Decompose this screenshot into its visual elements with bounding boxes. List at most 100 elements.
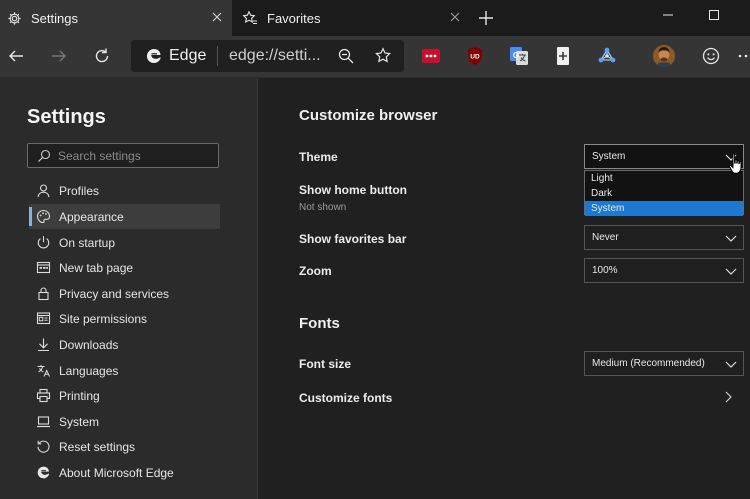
close-tab-icon[interactable]	[448, 10, 462, 24]
sidebar-item-printing[interactable]: Printing	[29, 383, 220, 408]
search-icon	[37, 149, 51, 163]
profile-icon	[36, 183, 51, 198]
lastpass-extension-button[interactable]	[420, 45, 442, 67]
printer-icon	[36, 388, 51, 403]
sidebar-item-site-permissions[interactable]: Site permissions	[29, 306, 220, 331]
chevron-down-icon	[725, 361, 737, 368]
svg-text:G: G	[513, 51, 519, 60]
sidebar-item-languages[interactable]: Languages	[29, 358, 220, 383]
document-plus-icon	[557, 47, 569, 65]
lastpass-icon	[422, 49, 440, 63]
plus-icon	[479, 11, 493, 25]
new-tab-button[interactable]	[474, 6, 498, 30]
tab-strip: Settings Favorites	[0, 0, 750, 36]
sidebar-item-label: New tab page	[59, 261, 134, 275]
zoom-label: Zoom	[299, 264, 332, 278]
forward-arrow-icon	[52, 50, 66, 62]
add-favorite-star-icon[interactable]	[374, 47, 392, 65]
close-tab-icon[interactable]	[210, 10, 224, 24]
sidebar-item-downloads[interactable]: Downloads	[29, 332, 220, 357]
font-size-select[interactable]: Medium (Recommended)	[584, 351, 744, 376]
more-icon	[738, 54, 748, 58]
sidebar-item-about-edge[interactable]: About Microsoft Edge	[29, 460, 220, 485]
sidebar-item-new-tab-page[interactable]: New tab page	[29, 255, 220, 280]
tab-settings[interactable]: Settings	[0, 0, 232, 36]
favorites-star-icon	[242, 10, 258, 26]
theme-selected-value: System	[592, 151, 626, 162]
sidebar-item-profiles[interactable]: Profiles	[29, 178, 220, 203]
section-title-fonts: Fonts	[299, 315, 340, 332]
page-extension-button[interactable]	[552, 45, 574, 67]
languages-icon	[36, 363, 51, 378]
settings-more-button[interactable]	[736, 45, 750, 67]
font-size-label: Font size	[299, 357, 352, 371]
sidebar-item-label: Reset settings	[59, 440, 136, 454]
theme-option-light[interactable]: Light	[585, 171, 743, 186]
tab-title: Settings	[31, 10, 78, 26]
section-title-customize-browser: Customize browser	[299, 107, 438, 124]
url-text[interactable]: edge://setti...	[229, 47, 321, 65]
sidebar-item-system[interactable]: System	[29, 409, 220, 434]
search-settings-box[interactable]	[27, 143, 219, 168]
theme-label: Theme	[299, 150, 338, 164]
back-arrow-icon	[9, 50, 23, 62]
ublock-extension-button[interactable]: UD	[464, 45, 486, 67]
tab-favorites[interactable]: Favorites	[236, 0, 470, 36]
share-extension-button[interactable]	[596, 45, 618, 67]
home-button-label: Show home button	[299, 183, 407, 197]
option-label: Dark	[591, 188, 613, 199]
refresh-icon	[95, 48, 109, 63]
address-divider	[217, 46, 218, 66]
theme-option-dark[interactable]: Dark	[585, 186, 743, 201]
reset-icon	[36, 439, 51, 454]
sidebar-item-label: Profiles	[59, 184, 100, 198]
edge-logo-icon	[145, 47, 163, 65]
translate-icon: G	[510, 47, 528, 65]
sidebar-item-label: Printing	[59, 389, 100, 403]
theme-dropdown-list: Light Dark System	[584, 170, 744, 216]
sidebar-item-label: System	[59, 415, 100, 429]
settings-sidebar: Settings Profiles Appearance On startup …	[0, 78, 258, 499]
customize-fonts-link[interactable]: Customize fonts	[299, 391, 392, 405]
sidebar-item-privacy[interactable]: Privacy and services	[29, 281, 220, 306]
profile-avatar-button[interactable]	[653, 45, 675, 67]
favorites-bar-select[interactable]: Never	[584, 225, 744, 250]
sidebar-item-label: Downloads	[59, 338, 119, 352]
back-button[interactable]	[2, 42, 30, 70]
avatar	[653, 45, 675, 67]
svg-text:UD: UD	[470, 54, 480, 61]
tab-title: Favorites	[267, 10, 321, 26]
translate-extension-button[interactable]: G	[508, 45, 530, 67]
maximize-button[interactable]	[691, 0, 737, 30]
sidebar-title: Settings	[27, 106, 106, 128]
sidebar-item-on-startup[interactable]: On startup	[29, 230, 220, 255]
sidebar-item-label: Privacy and services	[59, 287, 170, 301]
minimize-icon	[663, 14, 673, 16]
zoom-out-icon[interactable]	[337, 47, 355, 65]
search-input[interactable]	[58, 147, 213, 165]
settings-main-panel: Customize browser Theme System Light Dar…	[259, 78, 750, 499]
theme-option-system[interactable]: System	[585, 201, 743, 216]
palette-icon	[36, 209, 51, 224]
sidebar-item-appearance[interactable]: Appearance	[29, 204, 220, 229]
download-icon	[36, 337, 51, 352]
zoom-select[interactable]: 100%	[584, 258, 744, 283]
forward-button[interactable]	[45, 42, 73, 70]
gear-icon	[6, 10, 22, 26]
sidebar-item-reset-settings[interactable]: Reset settings	[29, 434, 220, 459]
new-tab-page-icon	[36, 260, 51, 275]
lock-icon	[36, 286, 51, 301]
theme-select[interactable]: System	[584, 144, 744, 169]
sidebar-item-label: Site permissions	[59, 312, 148, 326]
site-identity-label: Edge	[169, 47, 207, 64]
site-permissions-icon	[36, 311, 51, 326]
smiley-icon	[702, 47, 720, 65]
refresh-button[interactable]	[88, 42, 116, 70]
font-size-value: Medium (Recommended)	[592, 358, 705, 369]
minimize-button[interactable]	[645, 0, 691, 30]
option-label: Light	[591, 173, 613, 184]
sidebar-item-label: Languages	[59, 364, 119, 378]
chevron-right-icon[interactable]	[723, 390, 733, 404]
feedback-button[interactable]	[700, 45, 722, 67]
address-bar[interactable]: Edge edge://setti...	[131, 40, 404, 72]
